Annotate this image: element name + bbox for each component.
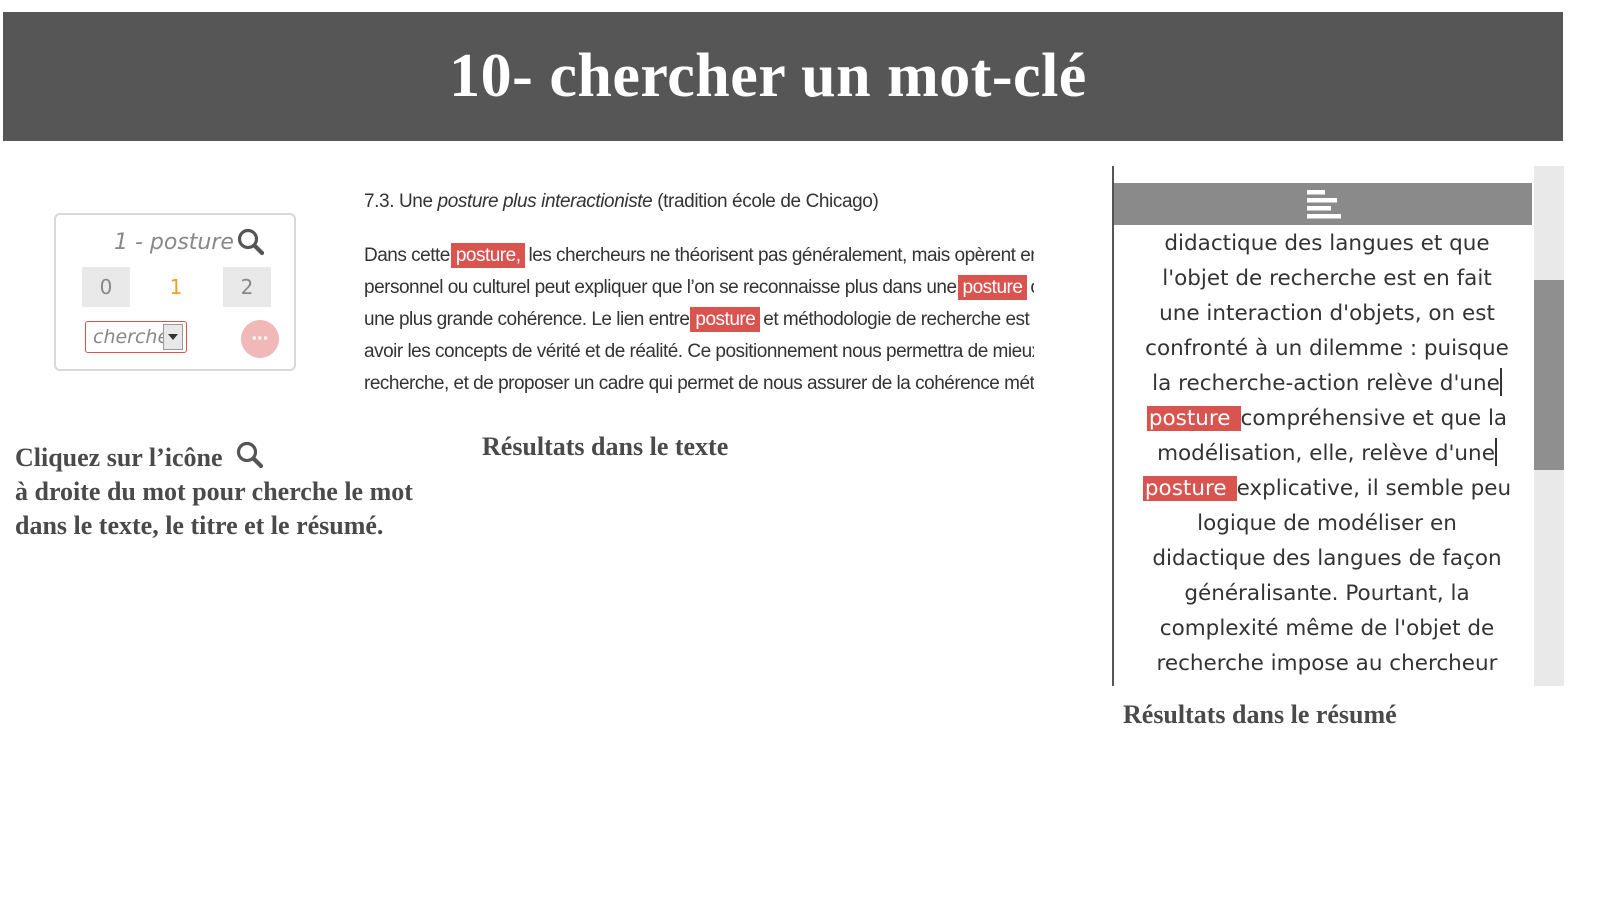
excerpt-line: personnel ou culturel peut expliquer que… [364,272,1034,304]
keyword-row: 1 - posture [114,227,266,257]
title-bar: 10- chercher un mot-clé [3,12,1563,141]
abstract-line: modélisation, elle, relève d'une [1122,436,1532,471]
search-icon [235,440,265,470]
scrollbar[interactable] [1534,166,1564,686]
keyword-highlight: posture [957,275,1028,300]
excerpt-line: avoir les concepts de vérité et de réali… [364,341,1034,362]
page-title: 10- chercher un mot-clé [449,42,1087,110]
instruction-line-1: Cliquez sur l’icône [15,440,475,475]
abstract-text: didactique des langues et que l'objet de … [1122,226,1532,681]
keyword-highlight: posture [690,307,761,332]
abstract-line: confronté à un dilemme : puisque [1145,336,1509,361]
keyword-highlight: posture [1142,476,1237,501]
excerpt-line: recherche, et de proposer un cadre qui p… [364,373,1034,394]
select-value: cherche [93,326,163,348]
abstract-line: logique de modéliser en [1197,511,1457,536]
text-cursor [1499,368,1502,396]
abstract-line: posture explicative, il semble peu [1142,476,1512,501]
abstract-line: une interaction d'objets, on est [1159,301,1495,326]
instruction-line-2: à droite du mot pour cherche le mot [15,477,413,506]
instruction-text: Cliquez sur l’icône à droite du mot pour… [15,440,475,543]
abstract-line: généralisante. Pourtant, la [1184,581,1470,606]
keyword-label: 1 - posture [114,229,234,255]
instruction-line-3: dans le texte, le titre et le résumé. [15,511,384,540]
caption-text-results: Résultats dans le texte [482,432,729,461]
text-cursor [1494,438,1497,466]
abstract-line: didactique des langues de façon [1152,546,1502,571]
abstract-line: posture compréhensive et que la [1146,406,1508,431]
abstract-line: didactique des langues et que [1164,231,1490,256]
more-icon[interactable]: ··· [241,320,279,358]
excerpt-lines: Dans cette posture, les chercheurs ne théo… [364,240,1034,400]
scroll-thumb[interactable] [1534,280,1564,470]
panel-header [1114,183,1532,225]
keyword-highlight: posture [1146,406,1241,431]
abstract-line: complexité même de l'objet de [1159,616,1495,641]
abstract-line: l'objet de recherche est en fait [1162,266,1492,291]
abstract-line: la recherche-action relève d'une [1122,366,1532,401]
search-icon[interactable] [236,227,266,257]
count-button-1[interactable]: 1 [152,267,200,307]
abstract-panel: didactique des langues et que l'objet de … [1112,166,1564,686]
chevron-down-icon[interactable] [163,324,183,350]
keyword-widget: 1 - posture 0 1 2 cherche ··· [54,213,296,371]
abstract-line: recherche impose au chercheur [1156,651,1498,676]
excerpt-line: une plus grande cohérence. Le lien entre… [364,307,1034,332]
search-scope-select[interactable]: cherche [85,321,187,353]
text-excerpt: 7.3. Une posture plus interactioniste (t… [364,186,1034,401]
keyword-highlight: posture, [450,243,526,268]
caption-abstract-results: Résultats dans le résumé [1123,700,1397,729]
align-icon[interactable] [1305,187,1341,221]
count-button-2[interactable]: 2 [223,267,271,307]
excerpt-line: Dans cette posture, les chercheurs ne théo… [364,243,1034,268]
count-button-0[interactable]: 0 [82,267,130,307]
excerpt-heading: 7.3. Une posture plus interactioniste (t… [364,191,879,212]
